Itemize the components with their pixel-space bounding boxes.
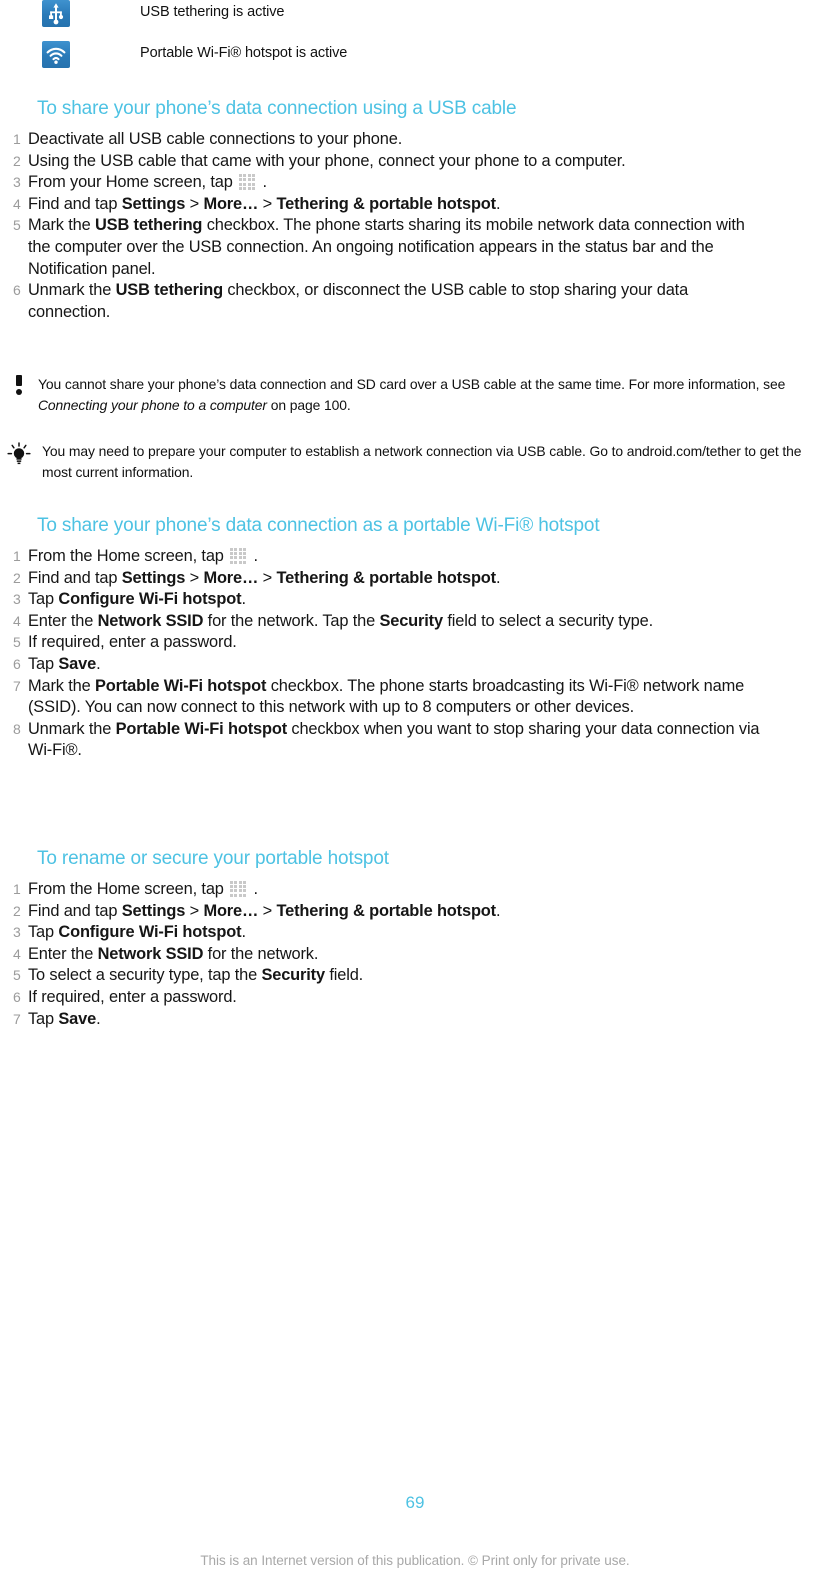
step-number: 6 bbox=[13, 988, 21, 1005]
section-heading-usb-cable: To share your phone’s data connection us… bbox=[37, 98, 517, 119]
callout-note: You cannot share your phone’s data conne… bbox=[0, 374, 830, 415]
step-text: Find and tap Settings > More… > Tetherin… bbox=[28, 901, 501, 920]
step-number: 3 bbox=[13, 924, 21, 941]
step-number: 5 bbox=[13, 967, 21, 984]
step-number: 7 bbox=[13, 677, 21, 694]
step-number: 3 bbox=[13, 174, 21, 191]
list-item: 1 Deactivate all USB cable connections t… bbox=[0, 129, 830, 151]
section-heading-rename-hotspot: To rename or secure your portable hotspo… bbox=[37, 848, 389, 869]
list-item: 2 Using the USB cable that came with you… bbox=[0, 151, 830, 173]
callout-tip-text: You may need to prepare your computer to… bbox=[42, 443, 802, 480]
step-text: If required, enter a password. bbox=[28, 633, 237, 652]
step-number: 1 bbox=[13, 881, 21, 897]
list-item: 5 Mark the USB tethering checkbox. The p… bbox=[0, 215, 830, 280]
step-number: 8 bbox=[13, 720, 21, 737]
status-label-wifi-hotspot: Portable Wi-Fi® hotspot is active bbox=[140, 45, 348, 61]
step-text: Tap Save. bbox=[28, 654, 101, 673]
step-text: From your Home screen, tap . bbox=[28, 173, 267, 192]
step-number: 2 bbox=[13, 152, 21, 169]
exclamation-icon bbox=[0, 374, 38, 395]
list-item: 4 Find and tap Settings > More… > Tether… bbox=[0, 194, 830, 216]
step-text: Using the USB cable that came with your … bbox=[28, 151, 626, 170]
list-item: 3 Tap Configure Wi-Fi hotspot. bbox=[0, 589, 830, 611]
app-drawer-grid-icon bbox=[239, 174, 256, 191]
lightbulb-icon bbox=[0, 441, 38, 466]
app-drawer-grid-icon bbox=[230, 881, 247, 898]
step-number: 4 bbox=[13, 945, 21, 962]
step-number: 7 bbox=[13, 1010, 21, 1027]
step-text: To select a security type, tap the Secur… bbox=[28, 966, 364, 985]
status-row-usb-tethering: USB tethering is active bbox=[0, 0, 830, 32]
step-text: Unmark the USB tethering checkbox, or di… bbox=[28, 281, 689, 321]
app-drawer-grid-icon bbox=[230, 548, 247, 565]
wifi-icon bbox=[42, 41, 70, 68]
list-item: 5 To select a security type, tap the Sec… bbox=[0, 965, 830, 987]
step-text: Mark the Portable Wi-Fi hotspot checkbox… bbox=[28, 676, 745, 717]
steps-list-wifi-hotspot: 1 From the Home screen, tap . 2 Find and… bbox=[0, 546, 830, 762]
step-text: Enter the Network SSID for the network. bbox=[28, 944, 319, 963]
step-number: 6 bbox=[13, 282, 21, 299]
list-item: 1 From the Home screen, tap . bbox=[0, 546, 830, 568]
usb-icon bbox=[42, 0, 70, 27]
step-text: From the Home screen, tap . bbox=[28, 547, 258, 565]
list-item: 7 Mark the Portable Wi-Fi hotspot checkb… bbox=[0, 676, 830, 719]
list-item: 4 Enter the Network SSID for the network… bbox=[0, 944, 830, 966]
callout-note-text: You cannot share your phone’s data conne… bbox=[38, 376, 786, 413]
step-number: 5 bbox=[13, 634, 21, 651]
list-item: 3 Tap Configure Wi-Fi hotspot. bbox=[0, 922, 830, 944]
step-text: Tap Configure Wi-Fi hotspot. bbox=[28, 923, 246, 942]
step-text: Mark the USB tethering checkbox. The pho… bbox=[28, 216, 745, 278]
list-item: 6 If required, enter a password. bbox=[0, 987, 830, 1009]
step-number: 4 bbox=[13, 195, 21, 212]
list-item: 4 Enter the Network SSID for the network… bbox=[0, 611, 830, 633]
step-text: Unmark the Portable Wi-Fi hotspot checkb… bbox=[28, 719, 760, 760]
page-number: 69 bbox=[405, 1493, 425, 1512]
step-text: Find and tap Settings > More… > Tetherin… bbox=[28, 194, 501, 213]
step-number: 6 bbox=[13, 655, 21, 672]
list-item: 6 Unmark the USB tethering checkbox, or … bbox=[0, 280, 830, 323]
step-number: 1 bbox=[13, 131, 21, 147]
step-number: 1 bbox=[13, 548, 21, 564]
list-item: 5 If required, enter a password. bbox=[0, 632, 830, 654]
section-heading-wifi-hotspot: To share your phone’s data connection as… bbox=[37, 515, 600, 536]
list-item: 8 Unmark the Portable Wi-Fi hotspot chec… bbox=[0, 719, 830, 762]
steps-list-rename-hotspot: 1 From the Home screen, tap . 2 Find and… bbox=[0, 879, 830, 1030]
status-row-wifi-hotspot: Portable Wi-Fi® hotspot is active bbox=[0, 41, 830, 73]
list-item: 2 Find and tap Settings > More… > Tether… bbox=[0, 901, 830, 923]
step-text: From the Home screen, tap . bbox=[28, 880, 258, 898]
step-number: 5 bbox=[13, 217, 21, 234]
document-page: USB tethering is active Portable Wi-Fi® … bbox=[0, 0, 830, 1583]
step-number: 2 bbox=[13, 569, 21, 586]
step-text: Deactivate all USB cable connections to … bbox=[28, 130, 403, 148]
footer-copyright-notice: This is an Internet version of this publ… bbox=[200, 1553, 630, 1568]
list-item: 3 From your Home screen, tap . bbox=[0, 172, 830, 194]
step-text: If required, enter a password. bbox=[28, 987, 237, 1006]
list-item: 2 Find and tap Settings > More… > Tether… bbox=[0, 568, 830, 590]
list-item: 7 Tap Save. bbox=[0, 1009, 830, 1031]
step-number: 4 bbox=[13, 612, 21, 629]
steps-list-usb-cable: 1 Deactivate all USB cable connections t… bbox=[0, 129, 830, 323]
list-item: 1 From the Home screen, tap . bbox=[0, 879, 830, 901]
step-text: Tap Save. bbox=[28, 1009, 101, 1028]
step-text: Enter the Network SSID for the network. … bbox=[28, 611, 654, 630]
step-number: 3 bbox=[13, 591, 21, 608]
status-label-usb-tethering: USB tethering is active bbox=[140, 4, 285, 20]
step-text: Find and tap Settings > More… > Tetherin… bbox=[28, 568, 501, 587]
callout-tip: You may need to prepare your computer to… bbox=[0, 441, 830, 482]
step-text: Tap Configure Wi-Fi hotspot. bbox=[28, 590, 246, 609]
step-number: 2 bbox=[13, 902, 21, 919]
list-item: 6 Tap Save. bbox=[0, 654, 830, 676]
